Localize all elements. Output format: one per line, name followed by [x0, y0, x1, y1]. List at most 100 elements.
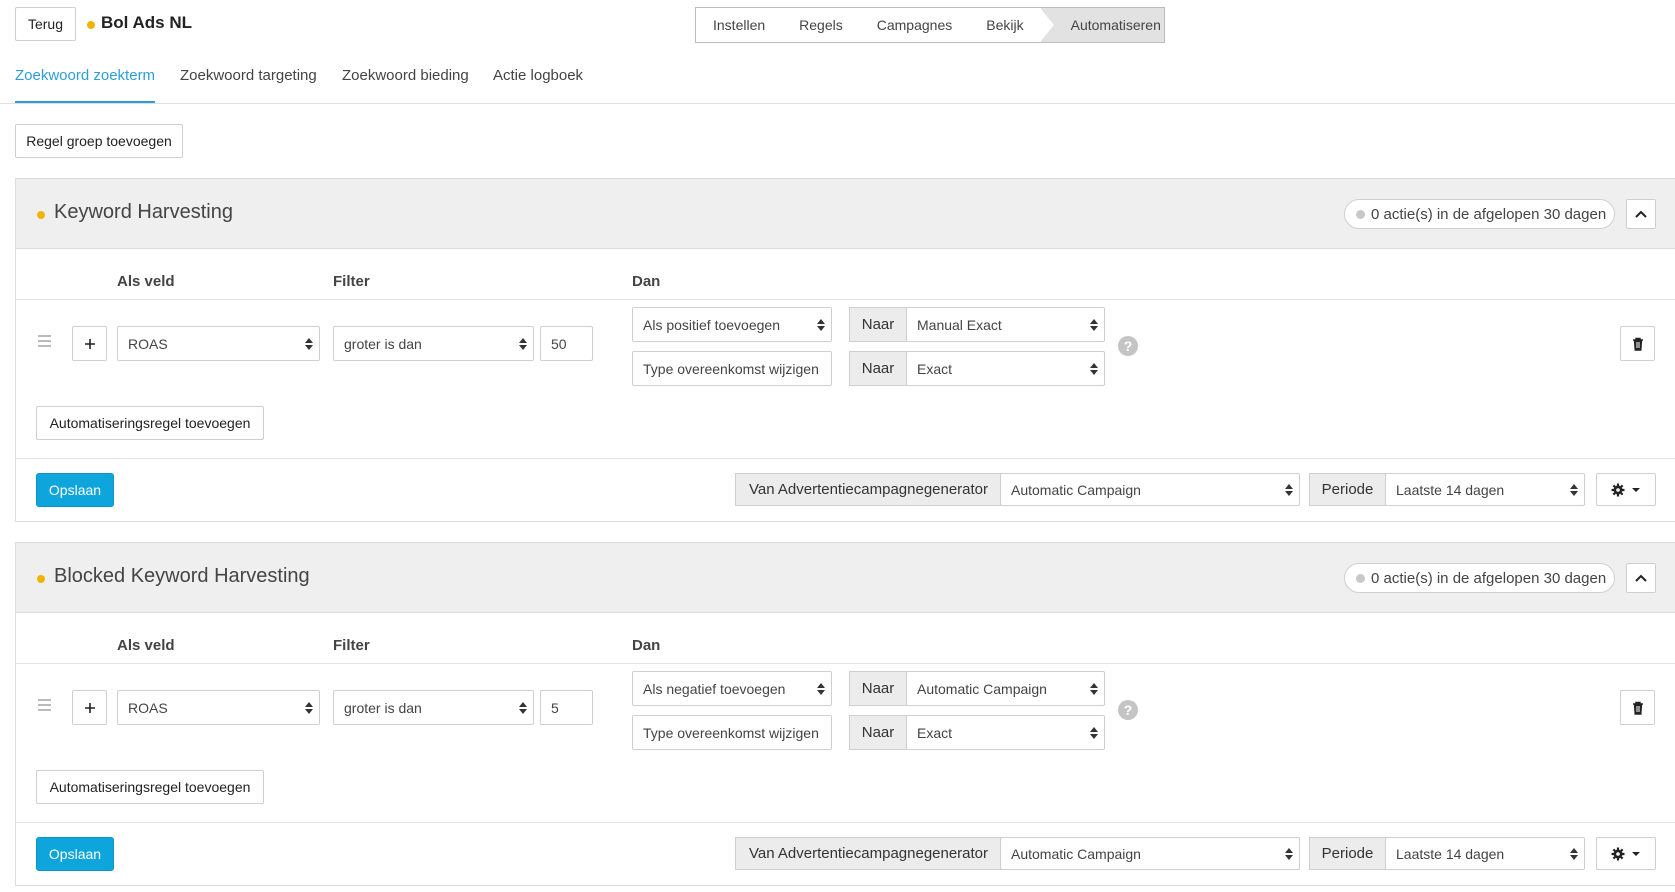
tab-zoekwoord-bieding[interactable]: Zoekwoord bieding: [342, 67, 469, 103]
save-button[interactable]: Opslaan: [36, 473, 114, 507]
naar-label: Naar: [849, 715, 907, 750]
settings-dropdown-button[interactable]: [1596, 837, 1656, 870]
delete-rule-button[interactable]: [1620, 690, 1655, 725]
step-regels[interactable]: Regels: [782, 8, 860, 42]
group-header: Blocked Keyword Harvesting 0 actie(s) in…: [16, 543, 1675, 613]
period-select[interactable]: Laatste 14 dagen: [1385, 473, 1585, 506]
field-select[interactable]: ROAS: [117, 326, 320, 361]
trash-icon: [1632, 337, 1643, 351]
period-select-value: Laatste 14 dagen: [1396, 481, 1505, 498]
naar-label: Naar: [849, 307, 907, 342]
save-button[interactable]: Opslaan: [36, 837, 114, 871]
match-type-select[interactable]: Exact: [906, 351, 1105, 386]
drag-handle-icon[interactable]: [38, 335, 51, 350]
source-label: Van Advertentiecampagnegenerator: [735, 473, 1002, 506]
match-type-action[interactable]: Type overeenkomst wijzigen: [632, 351, 832, 386]
add-automation-rule-button[interactable]: Automatiseringsregel toevoegen: [36, 770, 264, 804]
period-label: Periode: [1309, 837, 1386, 870]
source-label: Van Advertentiecampagnegenerator: [735, 837, 1002, 870]
target-select[interactable]: Manual Exact: [906, 307, 1105, 342]
tab-zoekwoord-zoekterm[interactable]: Zoekwoord zoekterm: [15, 67, 156, 103]
match-type-action[interactable]: Type overeenkomst wijzigen: [632, 715, 832, 750]
collapse-button[interactable]: [1626, 563, 1656, 593]
step-instellen[interactable]: Instellen: [696, 8, 782, 42]
group-header: Keyword Harvesting 0 actie(s) in de afge…: [16, 179, 1675, 249]
caret-down-icon: [1632, 851, 1640, 856]
help-icon[interactable]: ?: [1118, 336, 1138, 356]
add-condition-button[interactable]: [72, 690, 107, 725]
step-bekijk[interactable]: Bekijk: [969, 8, 1040, 42]
chevron-up-icon: [1635, 574, 1647, 582]
action-select-value: Als negatief toevoegen: [643, 680, 786, 697]
field-select[interactable]: ROAS: [117, 690, 320, 725]
add-rule-group-button[interactable]: Regel groep toevoegen: [15, 124, 183, 158]
filter-select[interactable]: groter is dan: [333, 690, 534, 725]
target-select-value: Manual Exact: [917, 316, 1002, 333]
action-select[interactable]: Als negatief toevoegen: [632, 671, 832, 706]
back-button[interactable]: Terug: [15, 7, 76, 41]
column-header-field: Als veld: [117, 637, 175, 654]
action-select[interactable]: Als positief toevoegen: [632, 307, 832, 342]
add-automation-rule-button[interactable]: Automatiseringsregel toevoegen: [36, 406, 264, 440]
tab-zoekwoord-targeting[interactable]: Zoekwoord targeting: [180, 67, 317, 103]
account-status-dot: [87, 21, 95, 29]
help-icon[interactable]: ?: [1118, 700, 1138, 720]
account-name: Bol Ads NL: [101, 13, 192, 32]
filter-value-input[interactable]: 5: [540, 690, 593, 725]
field-select-value: ROAS: [128, 335, 168, 352]
divider: [16, 663, 1675, 664]
naar-label: Naar: [849, 671, 907, 706]
source-campaign-value: Automatic Campaign: [1011, 845, 1141, 862]
column-header-then: Dan: [632, 273, 661, 290]
collapse-button[interactable]: [1626, 199, 1656, 229]
badge-dot: [1356, 209, 1365, 219]
column-header-then: Dan: [632, 637, 661, 654]
group-title: Blocked Keyword Harvesting: [54, 565, 310, 587]
target-select[interactable]: Automatic Campaign: [906, 671, 1105, 706]
actions-count-text: 0 actie(s) in de afgelopen 30 dagen: [1371, 569, 1607, 587]
plus-icon: [84, 702, 95, 713]
rule-group: Blocked Keyword Harvesting 0 actie(s) in…: [15, 542, 1675, 886]
target-select-value: Automatic Campaign: [917, 680, 1047, 697]
actions-count-badge: 0 actie(s) in de afgelopen 30 dagen: [1344, 563, 1615, 593]
field-select-value: ROAS: [128, 699, 168, 716]
source-campaign-select[interactable]: Automatic Campaign: [1000, 473, 1300, 506]
period-select-value: Laatste 14 dagen: [1396, 845, 1505, 862]
column-header-filter: Filter: [333, 637, 370, 654]
settings-dropdown-button[interactable]: [1596, 473, 1656, 506]
sub-tabs: Zoekwoord zoekterm Zoekwoord targeting Z…: [0, 62, 1675, 104]
gear-icon: [1611, 483, 1625, 496]
rule-group: Keyword Harvesting 0 actie(s) in de afge…: [15, 178, 1675, 522]
period-select[interactable]: Laatste 14 dagen: [1385, 837, 1585, 870]
action-select-value: Als positief toevoegen: [643, 316, 780, 333]
step-campagnes[interactable]: Campagnes: [860, 8, 970, 42]
caret-down-icon: [1632, 487, 1640, 492]
delete-rule-button[interactable]: [1620, 326, 1655, 361]
plus-icon: [84, 338, 95, 349]
trash-icon: [1632, 701, 1643, 715]
period-label: Periode: [1309, 473, 1386, 506]
wizard-steps: Instellen Regels Campagnes Bekijk Automa…: [695, 7, 1165, 43]
filter-value-input[interactable]: 50: [540, 326, 593, 361]
group-title: Keyword Harvesting: [54, 201, 233, 223]
drag-handle-icon[interactable]: [38, 699, 51, 714]
add-condition-button[interactable]: [72, 326, 107, 361]
source-campaign-select[interactable]: Automatic Campaign: [1000, 837, 1300, 870]
group-status-dot: [37, 211, 45, 219]
badge-dot: [1356, 573, 1365, 583]
filter-select-value: groter is dan: [344, 699, 422, 716]
step-automatiseren[interactable]: Automatiseren: [1039, 8, 1164, 42]
source-campaign-value: Automatic Campaign: [1011, 481, 1141, 498]
filter-select[interactable]: groter is dan: [333, 326, 534, 361]
match-type-select[interactable]: Exact: [906, 715, 1105, 750]
actions-count-badge: 0 actie(s) in de afgelopen 30 dagen: [1344, 199, 1615, 229]
filter-select-value: groter is dan: [344, 335, 422, 352]
tab-actie-logboek[interactable]: Actie logboek: [493, 67, 583, 103]
divider: [16, 458, 1675, 459]
gear-icon: [1611, 847, 1625, 860]
chevron-up-icon: [1635, 210, 1647, 218]
naar-label: Naar: [849, 351, 907, 386]
column-header-filter: Filter: [333, 273, 370, 290]
column-header-field: Als veld: [117, 273, 175, 290]
match-type-select-value: Exact: [917, 360, 953, 377]
